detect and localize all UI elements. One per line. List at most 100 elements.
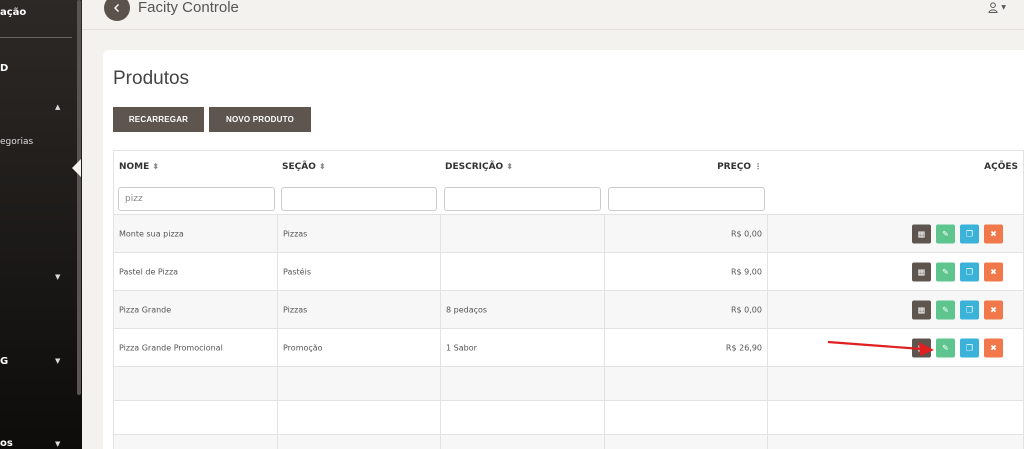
- sidebar-item-label[interactable]: G: [0, 356, 8, 367]
- empty-cell: [113, 401, 277, 434]
- sidebar-item-label[interactable]: D: [0, 63, 8, 74]
- delete-button[interactable]: ✖: [984, 262, 1003, 281]
- list-icon: ▦: [917, 305, 926, 314]
- header-description[interactable]: DESCRIÇÃO ⬍: [440, 151, 604, 182]
- empty-cell: [767, 435, 1024, 449]
- header-name-label: NOME: [119, 161, 150, 172]
- table-row[interactable]: Pastel de Pizza Pastéis R$ 9,00 ▦ ✎ ❐ ✖: [113, 253, 1024, 291]
- list-icon: ▦: [917, 267, 926, 276]
- copy-icon: ❐: [965, 305, 974, 314]
- chevron-down-icon[interactable]: ▼: [55, 440, 60, 448]
- delete-icon: ✖: [990, 229, 997, 238]
- edit-button[interactable]: ✎: [936, 338, 955, 357]
- edit-button[interactable]: ✎: [936, 224, 955, 243]
- filter-description-input[interactable]: [444, 187, 601, 211]
- copy-button[interactable]: ❐: [960, 262, 979, 281]
- annotation-arrow-icon: [827, 340, 934, 356]
- edit-button[interactable]: ✎: [936, 262, 955, 281]
- cell-name: Monte sua pizza: [113, 215, 277, 252]
- sidebar-item-label[interactable]: egorias: [0, 137, 33, 147]
- edit-button[interactable]: ✎: [936, 300, 955, 319]
- filter-cell: [277, 182, 440, 214]
- back-button[interactable]: [104, 0, 130, 21]
- details-button[interactable]: ▦: [912, 262, 931, 281]
- cell-section: Pastéis: [277, 253, 440, 290]
- filter-cell: [113, 182, 277, 214]
- delete-button[interactable]: ✖: [984, 300, 1003, 319]
- filter-price-input[interactable]: [608, 187, 765, 211]
- sidebar-scrollbar[interactable]: [77, 0, 81, 395]
- cell-section-text: Pastéis: [283, 267, 311, 276]
- filter-row: [113, 182, 1024, 215]
- filter-section-input[interactable]: [281, 187, 437, 211]
- copy-button[interactable]: ❐: [960, 300, 979, 319]
- header-actions-label: AÇÕES: [984, 161, 1018, 172]
- empty-cell: [440, 401, 604, 434]
- empty-cell: [604, 367, 767, 400]
- empty-row: [113, 367, 1024, 401]
- cell-section-text: Pizzas: [283, 229, 308, 238]
- filter-cell: [440, 182, 604, 214]
- empty-row: [113, 435, 1024, 449]
- sidebar: ação D ▲ egorias ▼ G ▼ os ▼: [0, 0, 82, 449]
- cell-description: 8 pedaços: [440, 291, 604, 328]
- copy-button[interactable]: ❐: [960, 338, 979, 357]
- user-icon: [988, 2, 998, 13]
- delete-icon: ✖: [990, 305, 997, 314]
- cell-description-text: 1 Sabor: [446, 343, 477, 352]
- sidebar-item-label[interactable]: ação: [0, 7, 26, 18]
- edit-icon: ✎: [942, 343, 949, 352]
- table-row[interactable]: Monte sua pizza Pizzas R$ 0,00 ▦ ✎ ❐ ✖: [113, 215, 1024, 253]
- cell-price: R$ 26,90: [604, 329, 767, 366]
- cell-section: Promoção: [277, 329, 440, 366]
- details-button[interactable]: ▦: [912, 300, 931, 319]
- top-bar: Facity Controle ▼: [82, 0, 1024, 30]
- cell-description: [440, 253, 604, 290]
- cell-name-text: Monte sua pizza: [119, 229, 184, 238]
- delete-icon: ✖: [990, 343, 997, 352]
- filter-cell: [604, 182, 767, 214]
- delete-icon: ✖: [990, 267, 997, 276]
- active-indicator: [72, 159, 81, 177]
- header-description-label: DESCRIÇÃO: [445, 161, 504, 172]
- header-section[interactable]: SEÇÃO ⬍: [277, 151, 440, 182]
- empty-cell: [277, 367, 440, 400]
- cell-section-text: Promoção: [283, 343, 323, 352]
- table-row[interactable]: Pizza Grande Pizzas 8 pedaços R$ 0,00 ▦ …: [113, 291, 1024, 329]
- new-product-button[interactable]: NOVO PRODUTO: [209, 107, 311, 132]
- sort-icon: ⋮: [754, 161, 762, 171]
- chevron-down-icon[interactable]: ▼: [55, 273, 60, 281]
- cell-name-text: Pizza Grande: [119, 305, 172, 314]
- cell-name: Pizza Grande: [113, 291, 277, 328]
- edit-icon: ✎: [942, 229, 949, 238]
- products-card: Produtos RECARREGAR NOVO PRODUTO NOME ⬍ S…: [103, 50, 1024, 449]
- app-title: Facity Controle: [138, 0, 239, 16]
- empty-cell: [767, 401, 1024, 434]
- sidebar-item-label[interactable]: os: [0, 438, 13, 449]
- cell-description: [440, 215, 604, 252]
- user-menu[interactable]: ▼: [988, 0, 1006, 14]
- cell-name-text: Pastel de Pizza: [119, 267, 179, 276]
- cell-actions: ▦ ✎ ❐ ✖: [767, 253, 1024, 290]
- cell-actions: ▦ ✎ ❐ ✖: [767, 215, 1024, 252]
- delete-button[interactable]: ✖: [984, 224, 1003, 243]
- header-name[interactable]: NOME ⬍: [113, 151, 277, 182]
- chevron-up-icon[interactable]: ▲: [55, 103, 60, 111]
- cell-price-text: R$ 26,90: [725, 343, 762, 352]
- empty-cell: [604, 401, 767, 434]
- copy-button[interactable]: ❐: [960, 224, 979, 243]
- cell-price: R$ 0,00: [604, 291, 767, 328]
- delete-button[interactable]: ✖: [984, 338, 1003, 357]
- empty-cell: [767, 367, 1024, 400]
- details-button[interactable]: ▦: [912, 224, 931, 243]
- chevron-down-icon[interactable]: ▼: [55, 357, 60, 365]
- filter-name-input[interactable]: [118, 187, 275, 211]
- cell-actions: ▦ ✎ ❐ ✖: [767, 291, 1024, 328]
- cell-section: Pizzas: [277, 215, 440, 252]
- cell-price: R$ 9,00: [604, 253, 767, 290]
- empty-cell: [440, 435, 604, 449]
- cell-name: Pastel de Pizza: [113, 253, 277, 290]
- header-price[interactable]: PREÇO ⋮: [604, 151, 767, 182]
- empty-cell: [440, 367, 604, 400]
- reload-button[interactable]: RECARREGAR: [113, 107, 204, 132]
